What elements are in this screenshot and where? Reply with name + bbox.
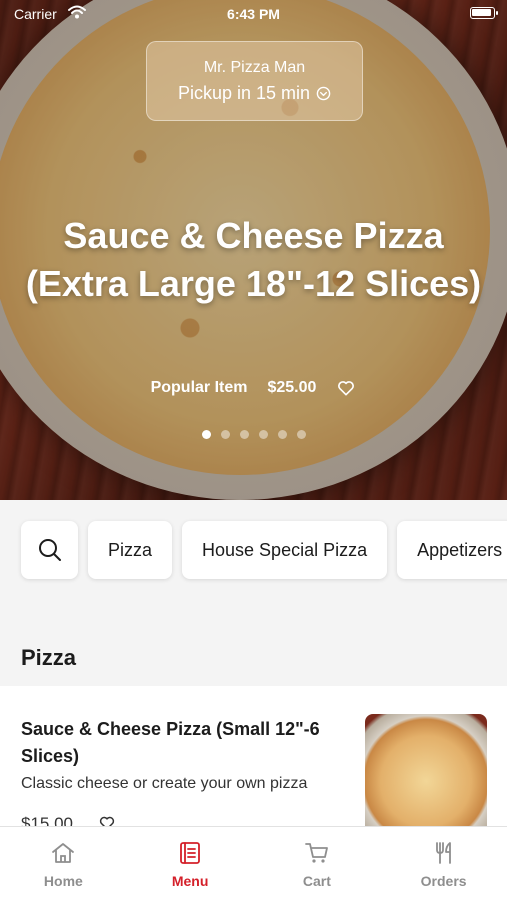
- section-title: Pizza: [21, 645, 77, 670]
- bottom-tab-bar: Home Menu Cart Orders: [0, 826, 507, 900]
- carousel-dot[interactable]: [258, 430, 268, 439]
- chevron-down-circle-icon: [316, 86, 331, 101]
- menu-item-name: Sauce & Cheese Pizza (Small 12"-6 Slices…: [21, 719, 320, 766]
- favorite-heart-icon[interactable]: [336, 378, 356, 398]
- category-chip-house-special[interactable]: House Special Pizza: [182, 521, 388, 579]
- tab-cart[interactable]: Cart: [254, 827, 381, 900]
- battery-icon: [470, 7, 498, 19]
- featured-item-price: $25.00: [267, 379, 317, 396]
- pickup-time-label: Pickup in 15 min: [177, 83, 311, 103]
- category-chip-pizza[interactable]: Pizza: [88, 521, 173, 579]
- tab-menu[interactable]: Menu: [127, 827, 254, 900]
- tab-cart-label: Cart: [302, 873, 331, 889]
- tab-home-label: Home: [43, 873, 83, 889]
- pickup-time-row: Pickup in 15 min: [147, 83, 362, 104]
- category-chip-appetizers[interactable]: Appetizers: [397, 521, 507, 579]
- featured-item-title: Sauce & Cheese Pizza (Extra Large 18"-12…: [25, 215, 482, 304]
- tab-menu-label: Menu: [171, 873, 209, 889]
- search-button[interactable]: [21, 521, 78, 579]
- fork-knife-icon: [435, 842, 451, 864]
- menu-item-image[interactable]: [365, 714, 487, 836]
- tab-home[interactable]: Home: [0, 827, 127, 900]
- store-selector-button[interactable]: Mr. Pizza Man Pickup in 15 min: [146, 41, 363, 121]
- store-name: Mr. Pizza Man: [203, 59, 306, 76]
- hero-banner[interactable]: Carrier 6:43 PM Mr. Pizza Man Pickup in …: [0, 0, 507, 500]
- category-chip-bar[interactable]: Pizza House Special Pizza Appetizers: [21, 521, 507, 579]
- tab-orders-label: Orders: [420, 873, 467, 889]
- home-icon: [52, 843, 75, 863]
- clock: 6:43 PM: [227, 6, 280, 22]
- status-bar: Carrier 6:43 PM: [0, 0, 507, 28]
- carousel-dot[interactable]: [239, 430, 249, 439]
- carousel-pagination[interactable]: [0, 430, 507, 439]
- featured-item-meta: Popular Item $25.00: [0, 378, 507, 398]
- menu-item-card[interactable]: Sauce & Cheese Pizza (Small 12"-6 Slices…: [0, 686, 507, 836]
- carousel-dot[interactable]: [201, 430, 211, 439]
- tab-orders[interactable]: Orders: [380, 827, 507, 900]
- search-icon: [38, 539, 61, 561]
- cart-icon: [304, 843, 328, 863]
- carousel-dot[interactable]: [296, 430, 306, 439]
- popular-badge: Popular Item: [150, 379, 248, 396]
- menu-icon: [180, 842, 201, 864]
- carousel-dot[interactable]: [277, 430, 287, 439]
- carousel-dot[interactable]: [220, 430, 230, 439]
- menu-item-description: Classic cheese or create your own pizza: [21, 775, 308, 792]
